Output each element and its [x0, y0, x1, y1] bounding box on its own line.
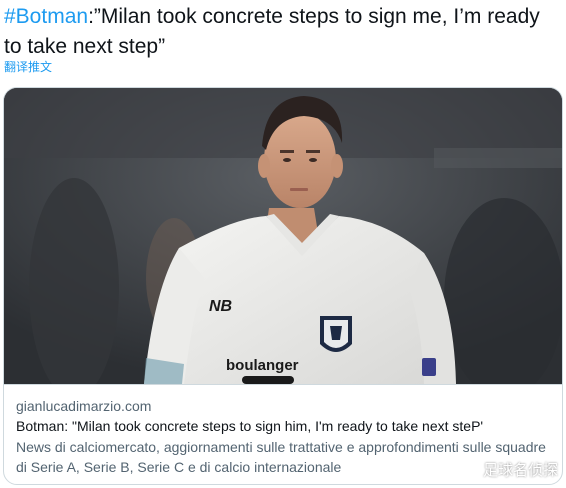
jersey-sponsor: boulanger — [226, 357, 299, 374]
card-image[interactable]: NB boulanger — [4, 88, 562, 384]
card-title: Botman: "Milan took concrete steps to si… — [16, 418, 484, 434]
tweet-text: #Botman:”Milan took concrete steps to si… — [4, 2, 560, 62]
hashtag-link[interactable]: #Botman — [4, 5, 88, 28]
card-domain: gianlucadimarzio.com — [16, 398, 152, 414]
watermark: 足球名侦探 — [459, 459, 558, 480]
translate-tweet-link[interactable]: 翻译推文 — [4, 59, 52, 75]
wechat-icon — [459, 462, 479, 477]
svg-text:NB: NB — [209, 298, 232, 315]
player-photo: NB boulanger — [4, 88, 562, 384]
link-preview-card[interactable]: NB boulanger gianlucadimarzio.com Botman… — [3, 87, 563, 485]
watermark-text: 足球名侦探 — [482, 462, 558, 479]
